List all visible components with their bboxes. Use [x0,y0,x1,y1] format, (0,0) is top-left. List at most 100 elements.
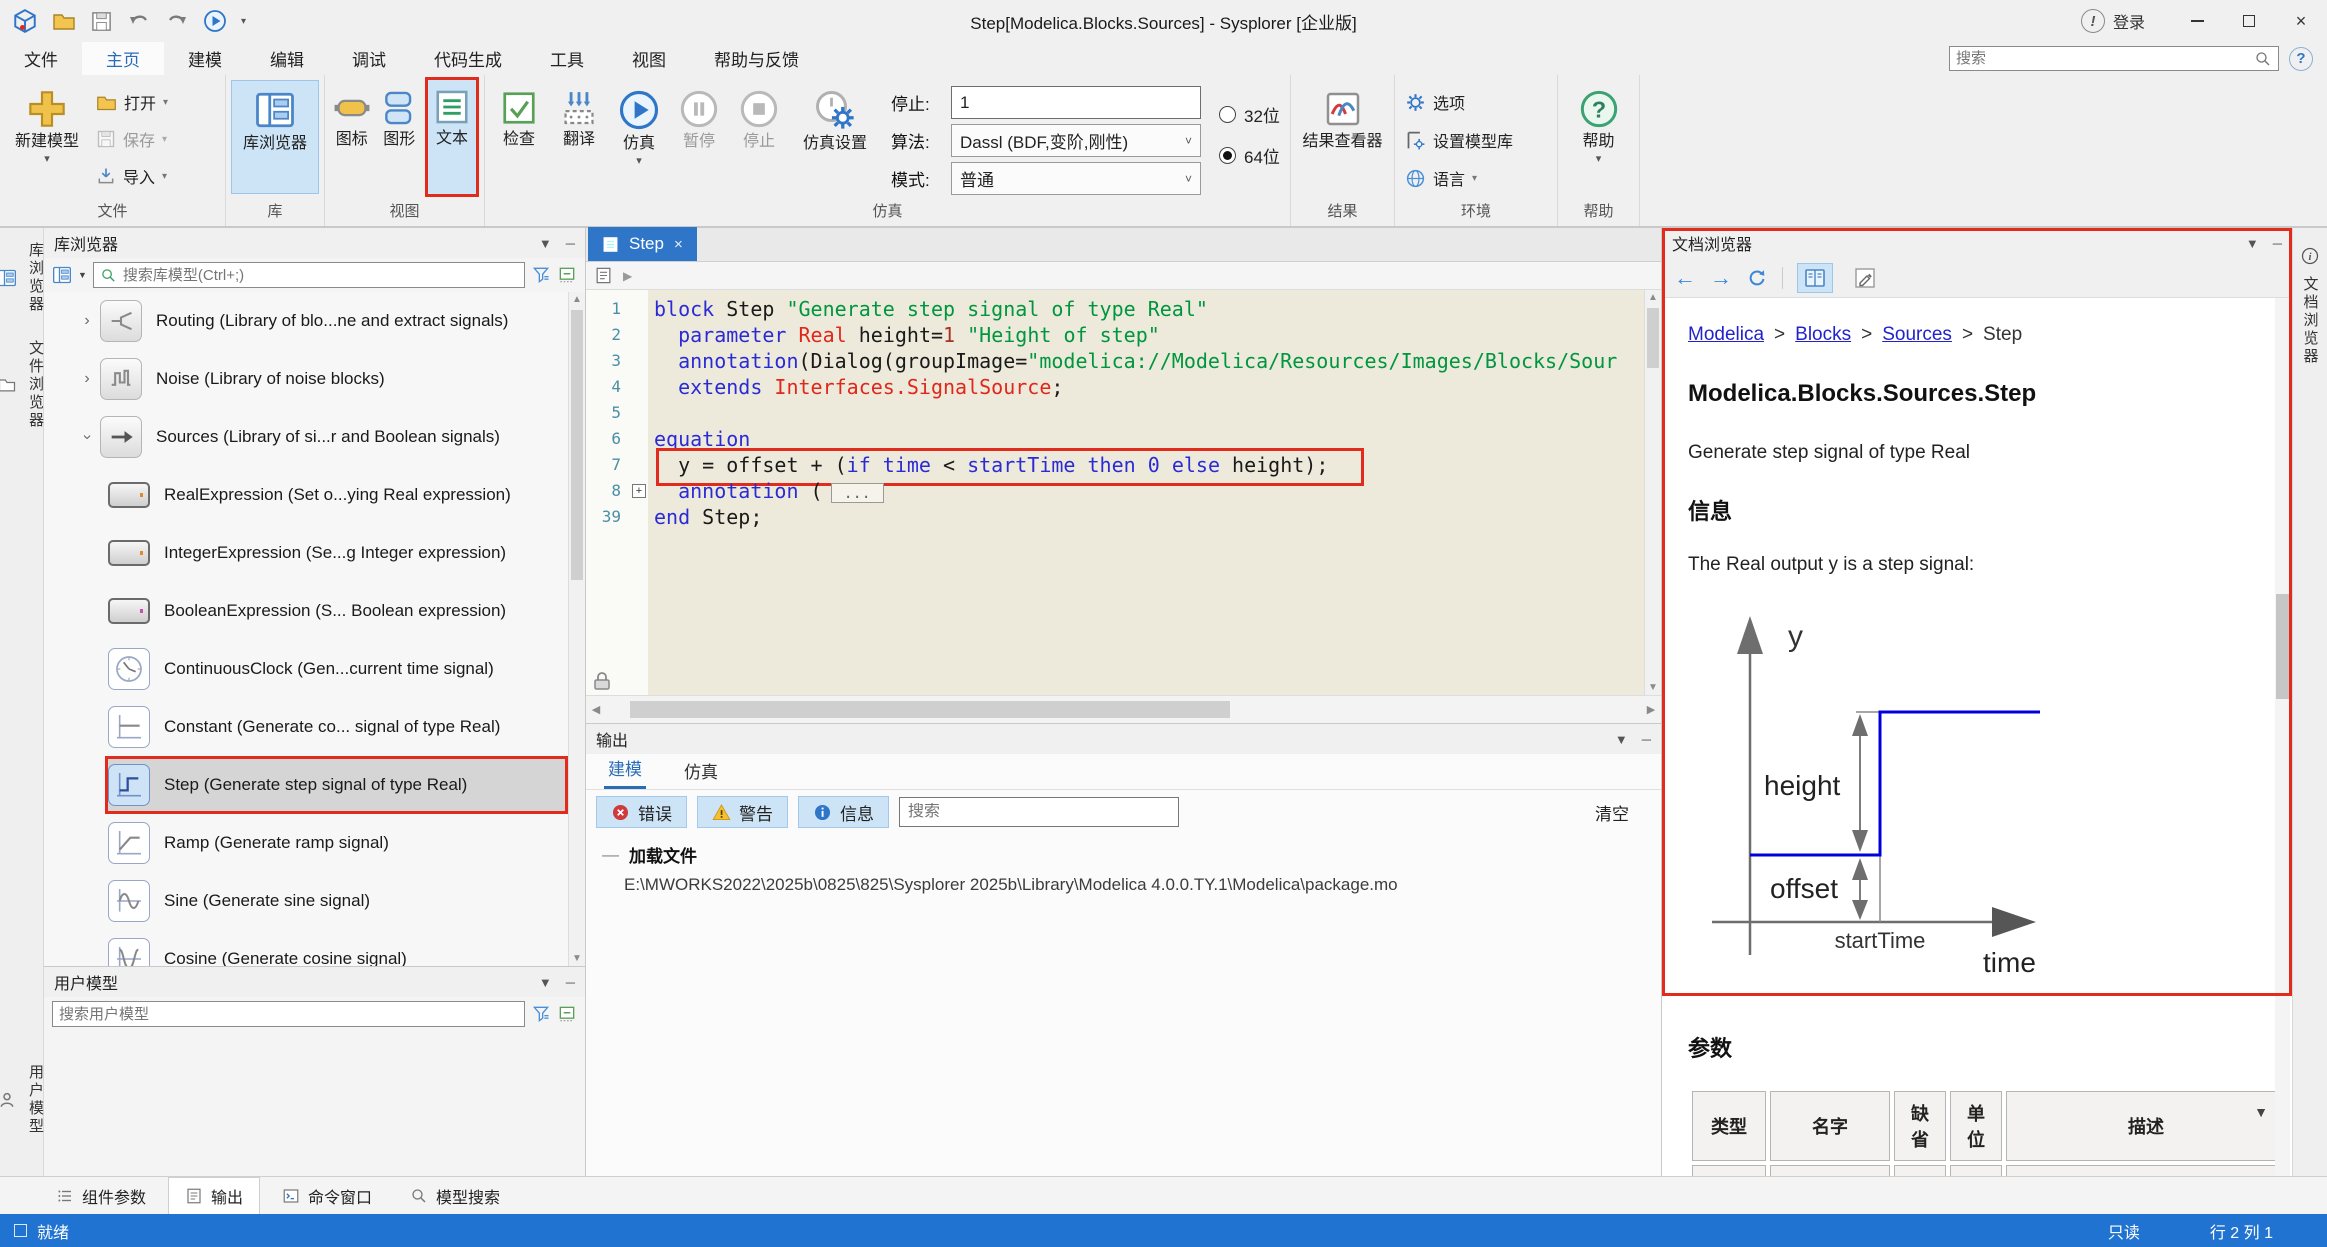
redo-icon[interactable] [165,9,189,33]
panel-menu-icon[interactable]: ▼ [1615,732,1628,747]
radio-32bit[interactable]: 32位 [1219,102,1280,127]
dock-tab-doc-browser[interactable]: 文档浏览器 [2300,276,2321,366]
run-icon[interactable] [203,9,227,33]
diagram-view-button[interactable]: 图形 [377,80,423,194]
doc-scrollbar[interactable] [2275,298,2290,1176]
close-tab-icon[interactable]: × [674,236,683,253]
panel-minimize-icon[interactable]: ─ [1642,732,1651,747]
new-model-button[interactable]: 新建模型 ▾ [4,80,90,194]
fold-icon[interactable]: + [630,478,648,504]
set-library-button[interactable]: 设置模型库 [1405,124,1513,156]
breadcrumb-arrow-icon[interactable]: ▶ [623,269,632,283]
search-icon[interactable] [2254,50,2272,68]
language-button[interactable]: 语言▾ [1405,162,1513,194]
code-line[interactable]: 6equation [586,426,1661,452]
scrollbar-thumb[interactable] [2276,594,2289,699]
quick-access-dropdown-icon[interactable]: ▾ [241,16,246,27]
global-search-input[interactable] [1956,50,2254,67]
doc-edit-button[interactable] [1847,263,1883,293]
tree-item-noise[interactable]: › Noise (Library of noise blocks) [44,350,585,408]
code-line[interactable]: 7 y = offset + (if time < startTime then… [586,452,1661,478]
menu-help-feedback[interactable]: 帮助与反馈 [690,42,823,75]
radio-64bit[interactable]: 64位 [1219,143,1280,168]
tree-item-booleanexpression[interactable]: BooleanExpression (S... Boolean expressi… [44,582,585,640]
selected-tree-item[interactable]: Step (Generate step signal of type Real) [106,757,567,813]
collapse-icon[interactable]: › [78,424,96,450]
editor-tab-step[interactable]: Step × [588,227,697,261]
document-icon[interactable] [594,266,613,285]
filter-icon[interactable] [531,1004,551,1024]
tree-item-sources[interactable]: › Sources (Library of si...r and Boolean… [44,408,585,466]
expand-icon[interactable]: › [74,370,100,388]
library-search-input[interactable] [123,267,518,284]
code-line[interactable]: 39end Step; [586,504,1661,530]
undo-icon[interactable] [127,9,151,33]
code-line[interactable]: 3 annotation(Dialog(groupImage="modelica… [586,348,1661,374]
menu-edit[interactable]: 编辑 [246,42,328,75]
save-button[interactable]: 保存▾ [96,123,168,155]
breadcrumb-link-blocks[interactable]: Blocks [1795,324,1851,346]
icon-view-button[interactable]: 图标 [329,80,375,194]
panel-minimize-icon[interactable]: ─ [566,975,575,990]
bottom-tab-model-search[interactable]: 模型搜索 [394,1177,516,1214]
import-button[interactable]: 导入▾ [96,160,168,192]
tree-item-step[interactable]: Step (Generate step signal of type Real) [44,756,585,814]
tree-mode-icon[interactable] [52,265,72,285]
dock-tab-user-models[interactable]: 用户模型 [0,1064,46,1136]
output-tab-simulation[interactable]: 仿真 [680,752,722,789]
menu-view[interactable]: 视图 [608,42,690,75]
text-view-button[interactable]: 文本 [428,80,476,194]
stop-time-input[interactable]: 1 [951,86,1201,119]
menu-debug[interactable]: 调试 [328,42,410,75]
algorithm-select[interactable]: Dassl (BDF,变阶,刚性)˅ [951,124,1201,157]
tree-item-constant[interactable]: Constant (Generate co... signal of type … [44,698,585,756]
code-line[interactable]: 2 parameter Real height=1 "Height of ste… [586,322,1661,348]
scrollbar-thumb[interactable] [1647,308,1659,368]
bottom-tab-command-window[interactable]: 命令窗口 [266,1177,388,1214]
tree-item-cosine[interactable]: Cosine (Generate cosine signal) [44,930,585,966]
panel-minimize-icon[interactable]: ─ [2273,236,2282,251]
output-tab-modeling[interactable]: 建模 [604,749,646,789]
breadcrumb-link-sources[interactable]: Sources [1882,324,1952,346]
table-scroll-icon[interactable]: ▼ [2254,1104,2268,1120]
expand-icon[interactable]: › [74,312,100,330]
global-search-box[interactable] [1949,46,2279,71]
output-search-input[interactable] [908,803,1170,821]
user-search-input[interactable] [59,1006,518,1023]
editor-vscrollbar[interactable]: ▲ ▼ [1644,290,1661,695]
tree-scrollbar[interactable]: ▲ ▼ [568,292,585,966]
menu-file[interactable]: 文件 [0,42,82,75]
mode-select[interactable]: 普通˅ [951,162,1201,195]
open-button[interactable]: 打开▾ [96,86,168,118]
doc-view-button[interactable] [1797,263,1833,293]
code-line[interactable]: 5 [586,400,1661,426]
tree-item-continuousclock[interactable]: ContinuousClock (Gen...current time sign… [44,640,585,698]
code-line[interactable]: 4 extends Interfaces.SignalSource; [586,374,1661,400]
stop-button[interactable]: 停止 [729,80,789,194]
bottom-tab-component-params[interactable]: 组件参数 [40,1177,162,1214]
forward-icon[interactable]: → [1710,267,1732,289]
minimize-button[interactable] [2171,0,2223,42]
user-search-box[interactable] [52,1001,525,1027]
collapse-all-icon[interactable] [557,265,577,285]
scroll-down-icon[interactable]: ▼ [572,953,582,964]
panel-menu-icon[interactable]: ▼ [539,236,552,251]
breadcrumb-link-modelica[interactable]: Modelica [1688,324,1764,346]
simulate-button[interactable]: 仿真 ▾ [609,80,669,194]
dock-tab-library-browser[interactable]: 库浏览器 [0,242,46,314]
scroll-up-icon[interactable]: ▲ [1648,292,1658,303]
library-browser-button[interactable]: 库浏览器 [231,80,319,194]
tree-item-integerexpression[interactable]: IntegerExpression (Se...g Integer expres… [44,524,585,582]
pause-button[interactable]: 暂停 [669,80,729,194]
panel-menu-icon[interactable]: ▼ [539,975,552,990]
filter-icon[interactable] [531,265,551,285]
save-icon[interactable] [90,10,113,33]
menu-modeling[interactable]: 建模 [164,42,246,75]
tree-item-realexpression[interactable]: RealExpression (Set o...ying Real expres… [44,466,585,524]
options-button[interactable]: 选项 [1405,86,1513,118]
dock-tab-file-browser[interactable]: 文件浏览器 [0,340,46,430]
scrollbar-thumb[interactable] [630,701,1230,718]
result-viewer-button[interactable]: 结果查看器 [1295,80,1390,194]
clear-output-button[interactable]: 清空 [1595,800,1651,825]
scroll-right-icon[interactable]: ▶ [1641,703,1661,716]
